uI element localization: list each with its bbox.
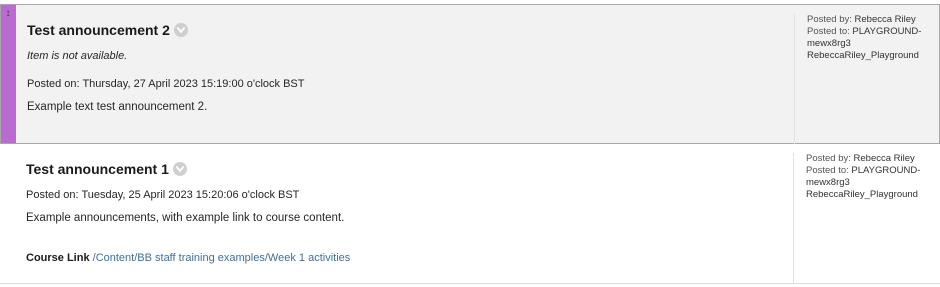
course-link-label: Course Link — [26, 252, 90, 264]
announcement-item: Test announcement 1 Posted on: Tuesday, … — [0, 144, 940, 284]
announcement-meta: Posted by: Rebecca Riley Posted to: PLAY… — [793, 153, 939, 283]
announcement-list: ↕ Test announcement 2 Item is not availa… — [0, 0, 940, 287]
announcement-content: Test announcement 2 Item is not availabl… — [27, 5, 787, 143]
title-row: Test announcement 2 — [27, 22, 188, 38]
posted-by-label: Posted by: — [806, 153, 851, 164]
announcement-content: Test announcement 1 Posted on: Tuesday, … — [26, 144, 786, 283]
posted-to-label: Posted to: — [807, 26, 850, 37]
title-row: Test announcement 1 — [26, 161, 187, 177]
posted-to-value: PLAYGROUND- — [851, 165, 921, 176]
announcement-meta: Posted by: Rebecca Riley Posted to: PLAY… — [794, 14, 940, 146]
posted-on-date: Posted on: Tuesday, 25 April 2023 15:20:… — [26, 189, 300, 201]
posted-by-value: Rebecca Riley — [854, 14, 916, 25]
course-link-row: Course Link /Content/BB staff training e… — [26, 252, 350, 264]
drag-bar[interactable]: ↕ — [1, 5, 16, 143]
posted-to-value-cont: mewx8rg3 — [806, 177, 850, 188]
announcement-title: Test announcement 1 — [26, 161, 169, 177]
posted-to-value-cont: RebeccaRiley_Playground — [807, 50, 919, 61]
announcement-title: Test announcement 2 — [27, 22, 170, 38]
posted-to-value-cont: mewx8rg3 — [807, 38, 851, 49]
posted-to-value-cont: RebeccaRiley_Playground — [806, 189, 918, 200]
posted-by-value: Rebecca Riley — [853, 153, 915, 164]
announcement-item: ↕ Test announcement 2 Item is not availa… — [0, 4, 940, 146]
drag-handle-icon[interactable]: ↕ — [4, 8, 12, 20]
posted-by-label: Posted by: — [807, 14, 852, 25]
announcement-body: Example announcements, with example link… — [26, 212, 345, 224]
chevron-down-icon[interactable] — [173, 23, 188, 37]
announcement-body: Example text test announcement 2. — [27, 101, 208, 113]
chevron-down-icon[interactable] — [172, 162, 187, 176]
availability-status: Item is not available. — [27, 50, 128, 62]
course-link[interactable]: /Content/BB staff training examples/Week… — [93, 252, 351, 264]
posted-to-label: Posted to: — [806, 165, 849, 176]
posted-on-date: Posted on: Thursday, 27 April 2023 15:19… — [27, 78, 305, 90]
posted-to-value: PLAYGROUND- — [852, 26, 922, 37]
